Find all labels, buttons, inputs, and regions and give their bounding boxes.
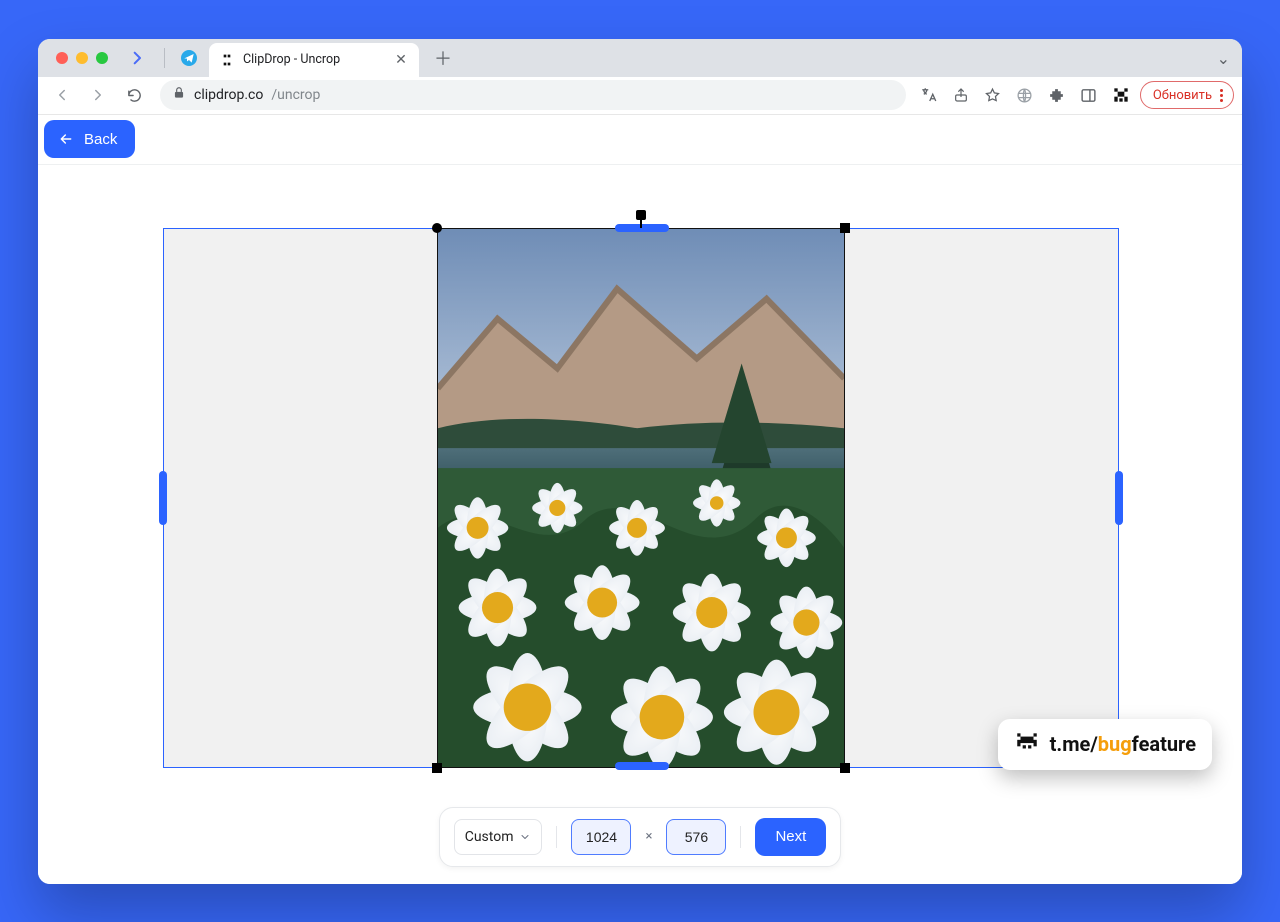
next-button[interactable]: Next [755, 818, 826, 856]
height-input[interactable] [666, 819, 726, 855]
page-content: Back [38, 115, 1242, 884]
uncrop-canvas: t.me/bugfeature [38, 165, 1242, 790]
profile-avatar-icon[interactable] [1108, 82, 1134, 108]
crop-handle-bottom[interactable] [615, 762, 669, 770]
aspect-preset-select[interactable]: Custom [454, 819, 543, 855]
extension-a-icon[interactable] [1012, 82, 1038, 108]
minimize-window-icon[interactable] [76, 52, 88, 64]
close-window-icon[interactable] [56, 52, 68, 64]
badge-suffix: feature [1132, 732, 1196, 756]
back-button-label: Back [84, 131, 117, 148]
bottom-bar: Custom × Next [38, 790, 1242, 884]
crop-handle-right[interactable] [1115, 471, 1123, 525]
crop-handle-left[interactable] [159, 471, 167, 525]
close-tab-icon[interactable]: ✕ [393, 52, 409, 68]
divider [556, 826, 557, 848]
pinned-tab-telegram-icon[interactable] [181, 50, 197, 66]
nav-forward-icon[interactable] [82, 79, 114, 111]
source-image[interactable] [437, 228, 845, 768]
times-label: × [645, 829, 652, 844]
share-icon[interactable] [948, 82, 974, 108]
url-host: clipdrop.co [194, 87, 263, 103]
crop-handle-top-left[interactable] [432, 223, 442, 233]
crop-anchor-handle[interactable] [636, 210, 646, 220]
chevron-down-icon [519, 831, 531, 843]
next-button-label: Next [775, 828, 806, 845]
divider [740, 826, 741, 848]
browser-update-button[interactable]: Обновить [1140, 81, 1234, 109]
arrow-left-icon [58, 131, 74, 147]
maximize-window-icon[interactable] [96, 52, 108, 64]
extensions-icon[interactable] [1044, 82, 1070, 108]
crop-handle-top-right[interactable] [840, 223, 850, 233]
address-bar[interactable]: clipdrop.co/uncrop [160, 80, 906, 110]
menu-dots-icon [1220, 89, 1223, 102]
app-topbar: Back [38, 115, 1242, 165]
active-tab[interactable]: ClipDrop - Uncrop ✕ [209, 43, 419, 77]
tab-strip: ClipDrop - Uncrop ✕ ＋ ⌄ [38, 39, 1242, 77]
sidepanel-icon[interactable] [1076, 82, 1102, 108]
crop-handle-top[interactable] [615, 224, 669, 232]
translate-icon[interactable] [916, 82, 942, 108]
badge-mid: bug [1098, 732, 1132, 756]
pinned-tab-icon[interactable] [132, 50, 148, 66]
reload-icon[interactable] [118, 79, 150, 111]
aspect-preset-label: Custom [465, 829, 514, 845]
divider [164, 48, 165, 68]
tab-favicon-icon [219, 52, 235, 68]
dimension-controls: Custom × Next [439, 807, 842, 867]
new-tab-button[interactable]: ＋ [429, 44, 457, 72]
badge-prefix: t.me/ [1050, 732, 1098, 756]
width-input[interactable] [571, 819, 631, 855]
tabs-overflow-icon[interactable]: ⌄ [1217, 49, 1230, 68]
nav-back-icon[interactable] [46, 79, 78, 111]
lock-icon [172, 86, 186, 104]
window-controls [46, 39, 118, 77]
watermark-badge[interactable]: t.me/bugfeature [998, 719, 1212, 770]
tab-title: ClipDrop - Uncrop [243, 52, 393, 67]
back-button[interactable]: Back [44, 120, 135, 158]
crop-handle-bottom-right[interactable] [840, 763, 850, 773]
crop-handle-bottom-left[interactable] [432, 763, 442, 773]
crop-anchor-line [640, 220, 642, 228]
browser-toolbar: clipdrop.co/uncrop Обновить [38, 77, 1242, 115]
space-invader-icon [1014, 729, 1040, 760]
bookmark-star-icon[interactable] [980, 82, 1006, 108]
update-label: Обновить [1153, 88, 1212, 103]
url-path: /uncrop [271, 87, 320, 103]
browser-window: ClipDrop - Uncrop ✕ ＋ ⌄ clipdrop.co/uncr… [38, 39, 1242, 884]
